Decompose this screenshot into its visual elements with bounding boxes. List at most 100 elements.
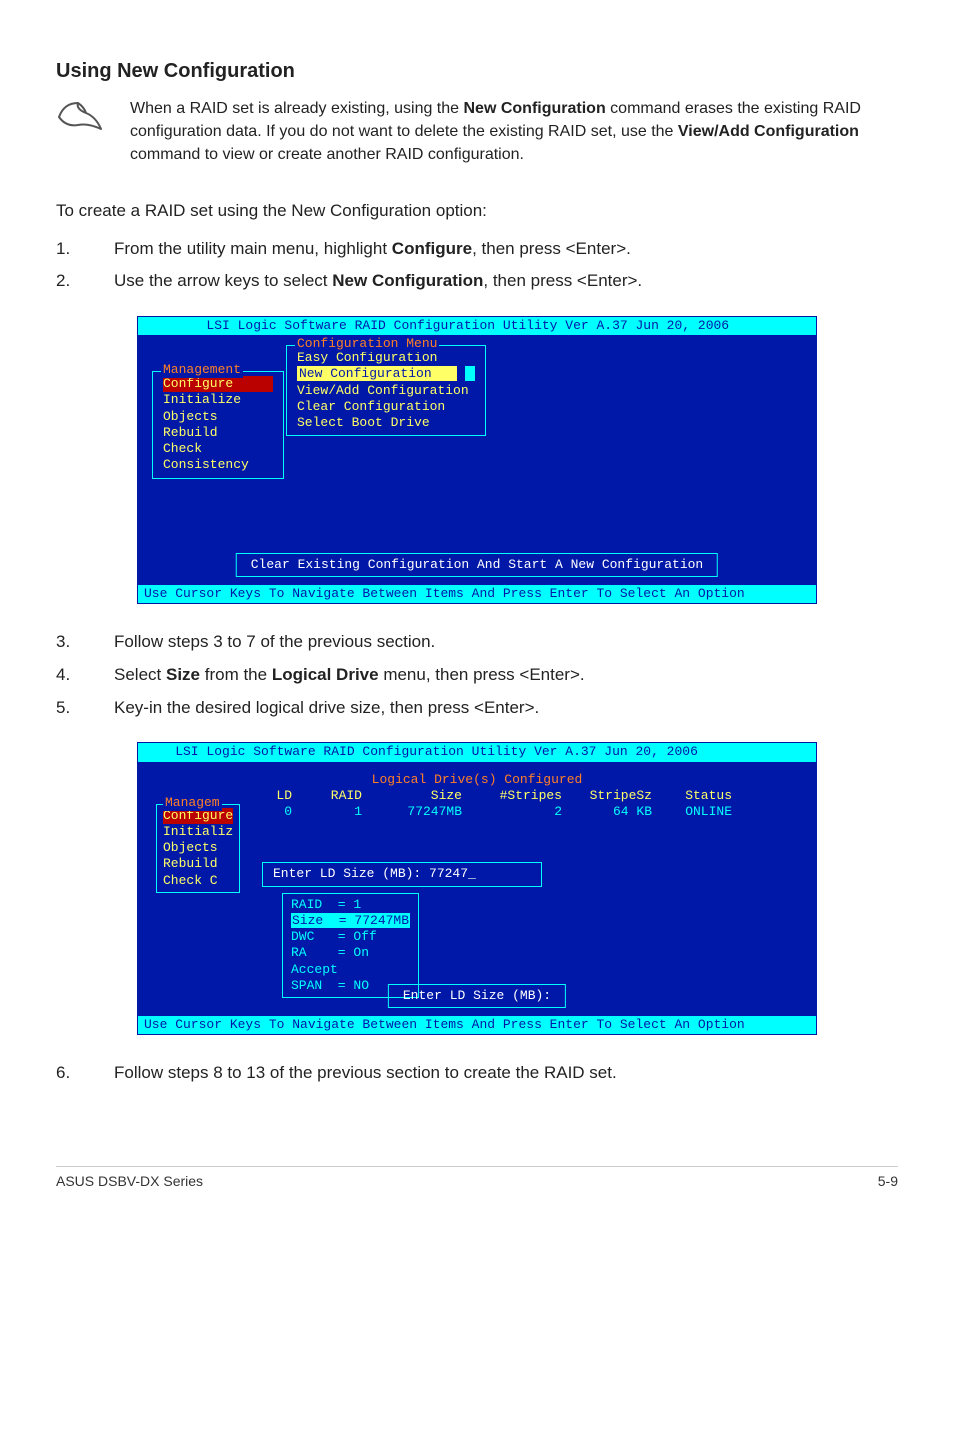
step-number: 5. (56, 696, 84, 721)
management-menu-label: Managem (163, 795, 222, 811)
step-number: 1. (56, 237, 84, 262)
step-text: Key-in the desired logical drive size, t… (114, 696, 539, 721)
configuration-menu-title: Configuration Menu (295, 336, 439, 352)
note-bold-2: View/Add Configuration (678, 123, 859, 140)
step-item: 3. Follow steps 3 to 7 of the previous s… (56, 630, 898, 655)
step-text-part: From the utility main menu, highlight (114, 239, 392, 258)
cell: 77247MB (372, 804, 472, 820)
steps-list-3: 6. Follow steps 8 to 13 of the previous … (56, 1061, 898, 1086)
footer-right: 5-9 (878, 1173, 898, 1189)
step-item: 2. Use the arrow keys to select New Conf… (56, 269, 898, 294)
step-item: 4. Select Size from the Logical Drive me… (56, 663, 898, 688)
menu-item[interactable]: Objects (163, 840, 233, 856)
drive-params: RAID = 1 Size = 77247MB DWC = Off RA = O… (282, 893, 419, 999)
note-icon (56, 97, 104, 140)
step-number: 6. (56, 1061, 84, 1086)
menu-item[interactable]: Configure (163, 376, 273, 392)
menu-item[interactable]: Rebuild (163, 856, 233, 872)
bios-body: Logical Drive(s) Configured LD RAID Size… (138, 762, 816, 1017)
menu-item-selected[interactable]: New Configuration (297, 366, 475, 382)
steps-list-1: 1. From the utility main menu, highlight… (56, 237, 898, 294)
step-bold: Logical Drive (272, 665, 379, 684)
menu-item[interactable]: Initializ (163, 824, 233, 840)
step-number: 4. (56, 663, 84, 688)
col-header: Status (662, 788, 742, 804)
col-header: LD (262, 788, 302, 804)
menu-item[interactable]: Easy Configuration (297, 350, 475, 366)
step-bold: New Configuration (332, 271, 483, 290)
bios-footer-bar: Use Cursor Keys To Navigate Between Item… (138, 585, 816, 603)
col-header: StripeSz (572, 788, 662, 804)
param-line[interactable]: RA = On (291, 945, 410, 961)
configuration-menu: Configuration Menu Easy Configuration Ne… (286, 345, 486, 436)
step-text: From the utility main menu, highlight Co… (114, 237, 631, 262)
management-menu: Managem Configure Initializ Objects Rebu… (156, 804, 240, 893)
bios-window: LSI Logic Software RAID Configuration Ut… (137, 316, 817, 605)
step-number: 2. (56, 269, 84, 294)
bios-title-bar: LSI Logic Software RAID Configuration Ut… (138, 743, 816, 761)
bios-screenshot-1: LSI Logic Software RAID Configuration Ut… (56, 316, 898, 605)
note-text-part: When a RAID set is already existing, usi… (130, 100, 464, 117)
menu-item[interactable]: Initialize (163, 392, 273, 408)
cell: 2 (472, 804, 572, 820)
management-menu: Management Configure Initialize Objects … (152, 371, 284, 479)
menu-item[interactable]: Objects (163, 409, 273, 425)
step-text: Select Size from the Logical Drive menu,… (114, 663, 585, 688)
bios-footer-bar: Use Cursor Keys To Navigate Between Item… (138, 1016, 816, 1034)
col-header: #Stripes (472, 788, 572, 804)
step-text-part: Select (114, 665, 166, 684)
menu-item[interactable]: Rebuild (163, 425, 273, 441)
page-footer: ASUS DSBV-DX Series 5-9 (56, 1166, 898, 1189)
menu-item[interactable]: Check Consistency (163, 441, 273, 474)
bios-screenshot-2: LSI Logic Software RAID Configuration Ut… (56, 742, 898, 1035)
menu-item[interactable]: View/Add Configuration (297, 383, 475, 399)
note-block: When a RAID set is already existing, usi… (56, 97, 898, 183)
param-line: RAID = 1 (291, 897, 410, 913)
step-text: Follow steps 8 to 13 of the previous sec… (114, 1061, 617, 1086)
bios-title-bar: LSI Logic Software RAID Configuration Ut… (138, 317, 816, 335)
menu-item[interactable]: Clear Configuration (297, 399, 475, 415)
step-item: 6. Follow steps 8 to 13 of the previous … (56, 1061, 898, 1086)
intro-text: To create a RAID set using the New Confi… (56, 201, 898, 221)
col-header: Size (372, 788, 472, 804)
menu-item-label: New Configuration (297, 366, 457, 381)
size-input[interactable]: Enter LD Size (MB): 77247_ (262, 862, 542, 886)
step-number: 3. (56, 630, 84, 655)
note-text: When a RAID set is already existing, usi… (130, 97, 898, 167)
note-text-part: command to view or create another RAID c… (130, 146, 524, 163)
step-bold: Size (166, 665, 200, 684)
note-bold-1: New Configuration (464, 100, 606, 117)
step-text-part: , then press <Enter>. (483, 271, 642, 290)
step-bold: Configure (392, 239, 472, 258)
management-menu-label: Management (161, 362, 243, 378)
cell: 64 KB (572, 804, 662, 820)
section-heading: Using New Configuration (56, 60, 898, 83)
cell: 1 (302, 804, 372, 820)
menu-item[interactable]: Check C (163, 873, 233, 889)
param-line[interactable]: Accept (291, 962, 410, 978)
bios-body: Management Configure Initialize Objects … (138, 335, 816, 585)
bios-help-text: Clear Existing Configuration And Start A… (236, 553, 718, 577)
step-item: 1. From the utility main menu, highlight… (56, 237, 898, 262)
param-line-selected[interactable]: Size = 77247MB (291, 913, 410, 929)
step-text-part: , then press <Enter>. (472, 239, 631, 258)
step-text: Use the arrow keys to select New Configu… (114, 269, 642, 294)
param-line[interactable]: DWC = Off (291, 929, 410, 945)
menu-item[interactable]: Select Boot Drive (297, 415, 475, 431)
logical-drives-columns: LD RAID Size #Stripes StripeSz Status (262, 788, 802, 804)
cell: 0 (262, 804, 302, 820)
steps-list-2: 3. Follow steps 3 to 7 of the previous s… (56, 630, 898, 720)
col-header: RAID (302, 788, 372, 804)
cursor-block-icon (465, 366, 475, 381)
footer-left: ASUS DSBV-DX Series (56, 1173, 203, 1189)
param-label: Size = 77247MB (291, 913, 410, 928)
bios-help-text: Enter LD Size (MB): (388, 984, 566, 1008)
step-text: Follow steps 3 to 7 of the previous sect… (114, 630, 435, 655)
logical-drives-header: Logical Drive(s) Configured (152, 772, 802, 788)
step-item: 5. Key-in the desired logical drive size… (56, 696, 898, 721)
logical-drive-row: 0 1 77247MB 2 64 KB ONLINE (262, 804, 802, 820)
cell: ONLINE (662, 804, 742, 820)
bios-window: LSI Logic Software RAID Configuration Ut… (137, 742, 817, 1035)
step-text-part: from the (200, 665, 272, 684)
step-text-part: Use the arrow keys to select (114, 271, 332, 290)
